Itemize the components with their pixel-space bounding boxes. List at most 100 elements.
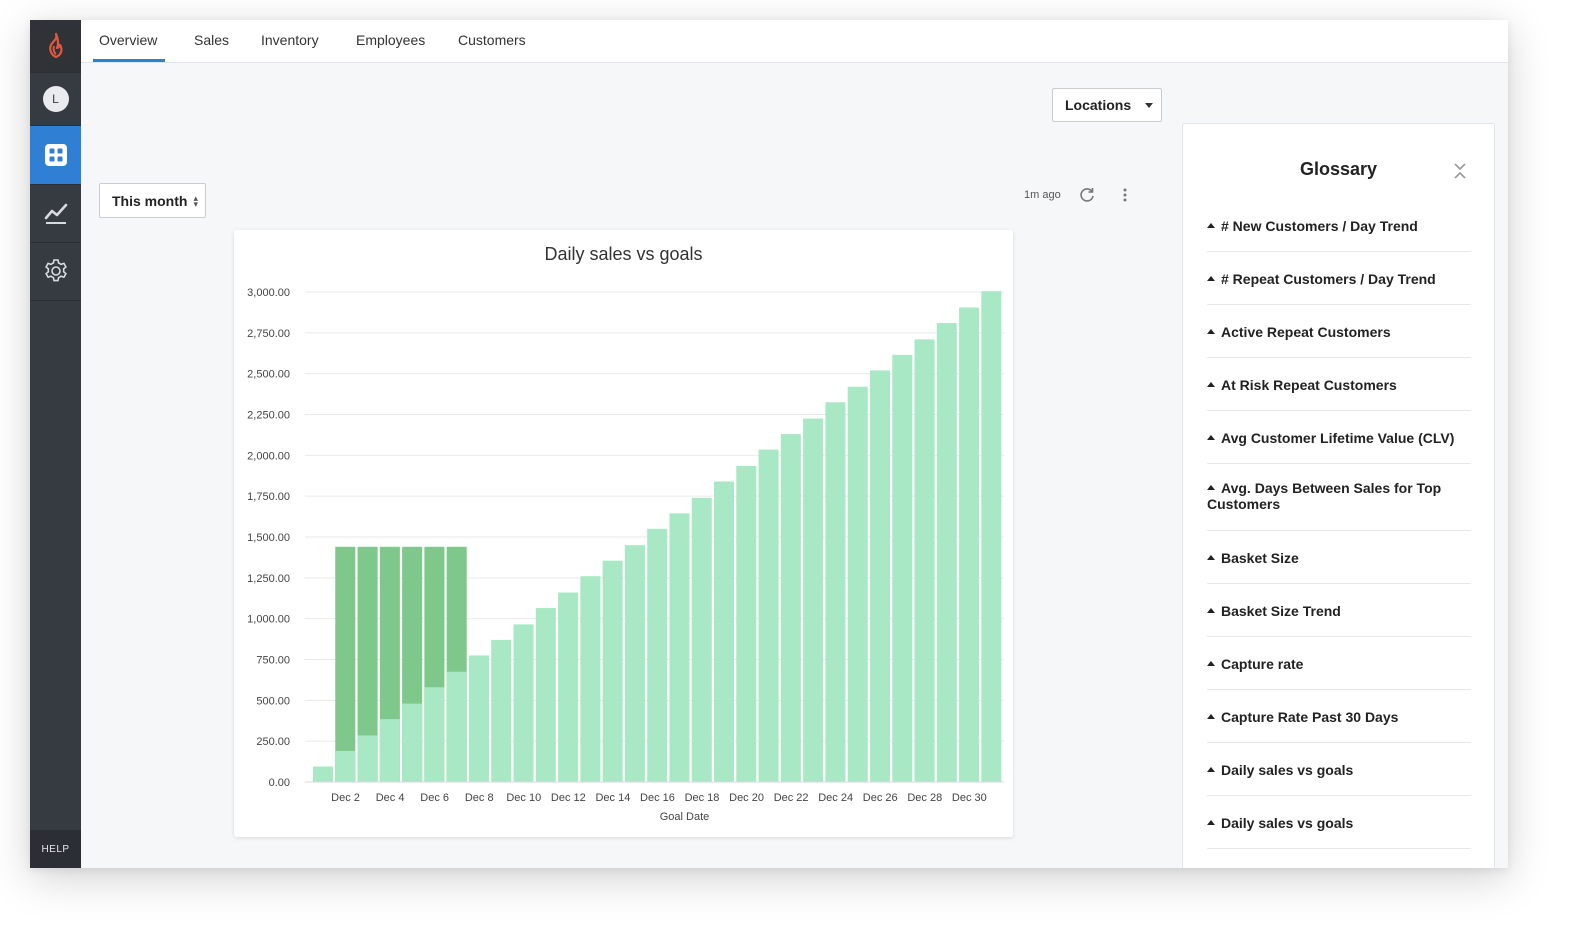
sales-bar [513,624,534,782]
y-tick-label: 1,000.00 [247,614,290,626]
glossary-item-label: # New Customers / Day Trend [1221,218,1418,234]
help-button[interactable]: HELP [30,830,81,868]
y-tick-label: 2,000.00 [247,450,290,462]
glossary-item[interactable]: Active Repeat Customers [1207,305,1471,358]
expand-arrow-icon [1207,328,1215,334]
glossary-item-label: Basket Size [1221,550,1299,566]
sales-bar [580,576,601,782]
x-tick-label: Dec 8 [465,792,494,804]
sales-bar [847,386,868,782]
x-tick-label: Dec 28 [907,792,942,804]
sales-bar [691,497,712,782]
tab-overview[interactable]: Overview [93,20,165,62]
sales-bar [869,370,891,782]
y-tick-label: 2,250.00 [247,410,290,422]
glossary-item-label: Capture Rate Past 30 Days [1221,709,1399,725]
avatar-initial: L [42,86,69,112]
chart-card: Daily sales vs goals 0.00 250.00 500.00 750… [234,230,1013,837]
glossary-item[interactable]: Basket Size Trend [1207,584,1471,637]
glossary-title: Glossary [1299,159,1378,179]
glossary-item-label: Avg. Days Between Sales for Top Customer… [1207,480,1442,512]
sales-bar [780,434,801,782]
glossary-item-label: Avg Customer Lifetime Value (CLV) [1221,430,1455,446]
sales-bar [981,291,1002,782]
x-tick-label: Dec 6 [420,792,449,804]
user-avatar[interactable]: L [30,73,81,126]
sales-bar [892,354,913,782]
expand-arrow-icon [1207,607,1215,613]
sales-bar [558,592,579,782]
y-tick-label: 1,750.00 [247,491,290,503]
sidebar-item-settings[interactable] [30,242,81,301]
expand-arrow-icon [1207,434,1215,440]
glossary-item[interactable]: # Repeat Customers / Day Trend [1207,252,1471,305]
app-window: L HELP Overview Sales Inventory Employee… [30,20,1508,868]
sales-bar [825,402,846,782]
glossary-item[interactable]: At Risk Repeat Customers [1207,358,1471,411]
sales-bar [491,639,512,782]
more-options-icon[interactable] [1116,186,1134,204]
sales-bar [468,655,489,782]
expand-arrow-icon [1207,222,1215,228]
sales-bar-overlay [379,719,400,782]
tab-employees[interactable]: Employees [356,20,425,62]
sales-bar-overlay [446,671,467,782]
glossary-item[interactable]: # New Customers / Day Trend [1207,199,1471,252]
daily-sales-chart: 0.00 250.00 500.00 750.00 1,000.00 1,250.00 1,… [247,287,1004,823]
tab-sales[interactable]: Sales [194,20,229,62]
glossary-item[interactable]: Capture rate [1207,637,1471,690]
goal-bar [335,546,356,782]
chart-line-icon [44,203,67,224]
period-label: This month [112,192,188,209]
flame-logo-icon[interactable] [30,20,81,73]
glossary-item[interactable]: Avg. Days Between Sales for Top Customer… [1207,464,1471,531]
glossary-item[interactable]: Daily sales vs goals [1207,743,1471,796]
x-tick-label: Dec 4 [376,792,405,804]
tab-inventory[interactable]: Inventory [261,20,319,62]
locations-label: Locations [1065,97,1132,113]
x-tick-label: Dec 2 [331,792,360,804]
sidebar-item-reports[interactable] [30,184,81,243]
collapse-icon[interactable] [1453,162,1467,180]
glossary-item-label: Daily sales vs goals [1221,815,1354,831]
sales-bar [669,513,690,782]
refresh-icon[interactable] [1078,186,1096,204]
tab-customers[interactable]: Customers [458,20,526,62]
x-axis-label: Goal Date [660,811,710,823]
locations-dropdown[interactable]: Locations [1052,88,1162,122]
x-tick-label: Dec 12 [551,792,586,804]
sales-bar [313,766,334,782]
sales-bar-overlay [424,687,445,782]
period-select[interactable]: This month ▴ ▾ [99,183,206,218]
glossary-item[interactable]: Basket Size [1207,531,1471,584]
x-tick-label: Dec 10 [506,792,541,804]
glossary-panel: Glossary # New Customers / Day Trend # Re… [1182,123,1495,868]
sales-bar [758,449,779,782]
sales-bar-overlay [402,703,423,782]
sidebar-item-dashboard[interactable] [30,126,81,185]
expand-arrow-icon [1207,484,1215,490]
glossary-item[interactable]: Daily sales vs goals [1207,796,1471,849]
sales-bar [647,528,668,782]
glossary-item[interactable]: Avg Customer Lifetime Value (CLV) [1207,411,1471,464]
expand-arrow-icon [1207,660,1215,666]
sales-bar [714,481,735,782]
sales-bar [914,339,935,782]
y-tick-label: 500.00 [256,695,290,707]
glossary-item-label: Active Repeat Customers [1221,324,1391,340]
x-tick-label: Dec 24 [818,792,853,804]
y-tick-label: 0.00 [269,777,290,789]
sales-bar-overlay [357,735,378,782]
expand-arrow-icon [1207,275,1215,281]
expand-arrow-icon [1207,766,1215,772]
expand-arrow-icon [1207,713,1215,719]
top-nav: Overview Sales Inventory Employees Custo… [81,20,1508,63]
caret-down-icon [1145,102,1154,108]
gear-icon [44,259,67,282]
sales-bar-overlay [335,750,356,782]
y-tick-label: 2,750.00 [247,328,290,340]
glossary-item-label: # Repeat Customers / Day Trend [1221,271,1436,287]
expand-arrow-icon [1207,554,1215,560]
glossary-item[interactable]: Capture Rate Past 30 Days [1207,690,1471,743]
sidebar: L HELP [30,20,81,868]
